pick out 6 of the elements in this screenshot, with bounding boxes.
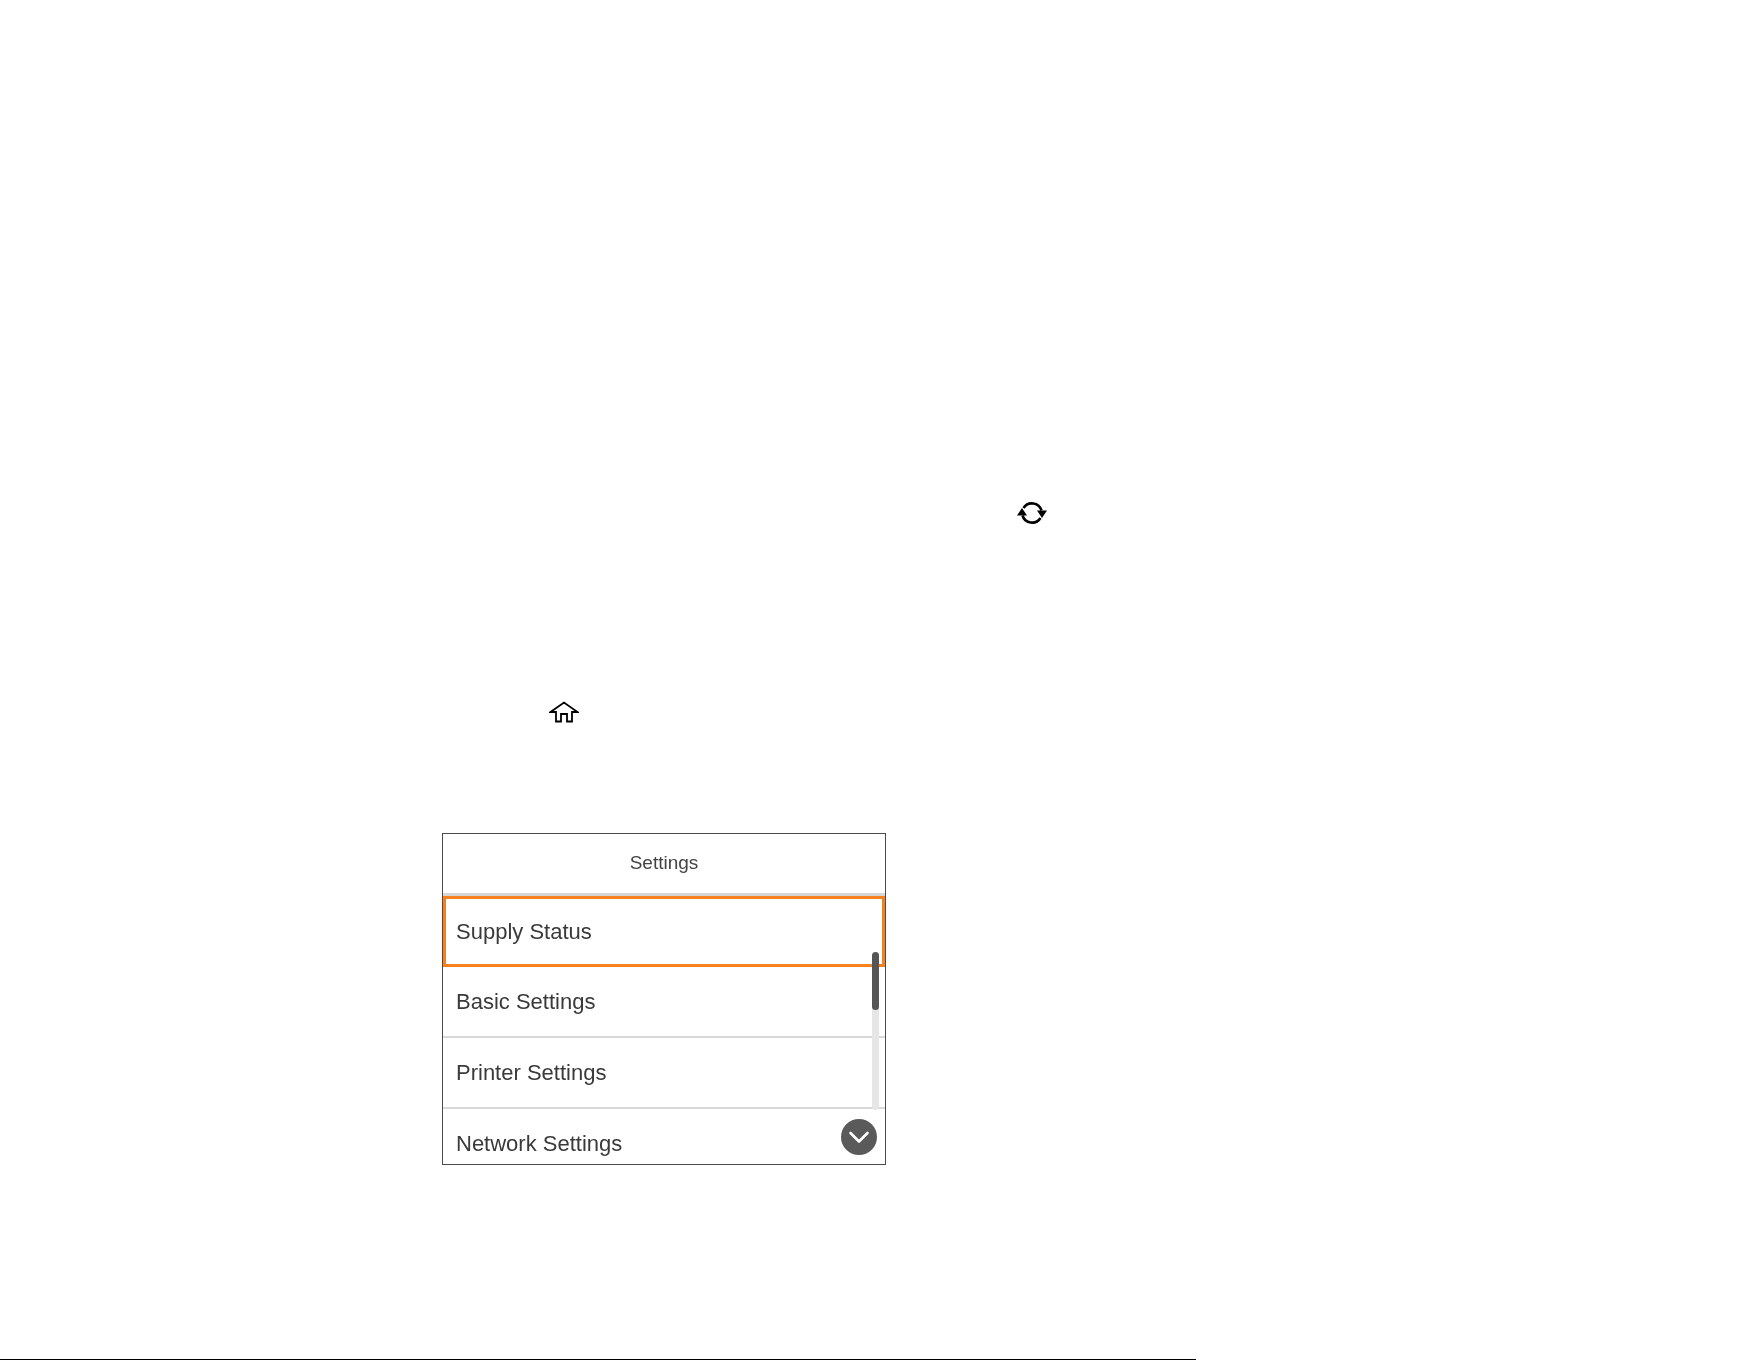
chevron-down-icon[interactable] xyxy=(841,1119,877,1155)
home-icon xyxy=(549,701,579,723)
refresh-icon xyxy=(1015,499,1049,527)
panel-title: Settings xyxy=(629,851,699,876)
menu-item[interactable]: Supply Status xyxy=(443,896,885,967)
scrollbar-thumb[interactable] xyxy=(872,952,879,1010)
